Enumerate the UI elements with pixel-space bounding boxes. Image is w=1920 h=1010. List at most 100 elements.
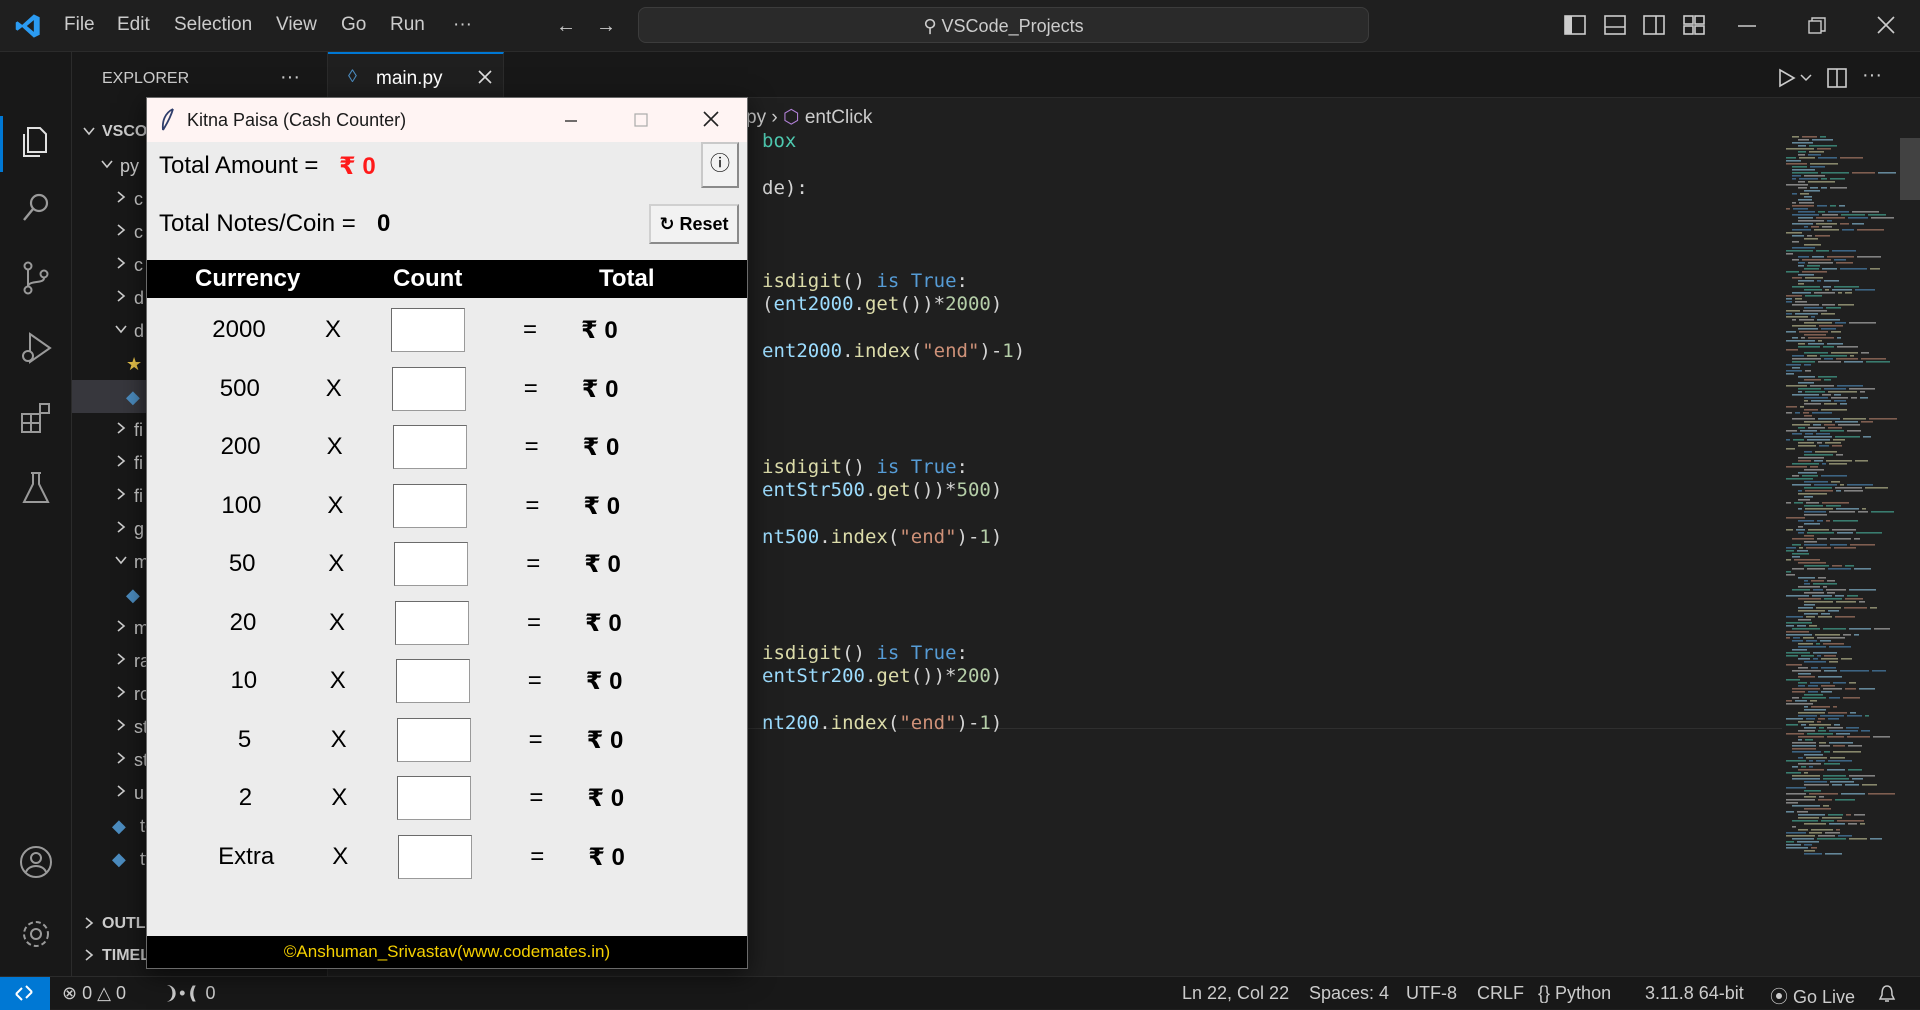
count-input[interactable] [395, 659, 470, 703]
menu-more[interactable]: ··· [453, 14, 472, 36]
menu-view[interactable]: View [276, 14, 317, 36]
indentation-status[interactable]: Spaces: 4 [1309, 983, 1389, 1004]
remote-indicator-button[interactable] [0, 977, 50, 1010]
editor-more-actions-icon[interactable]: ··· [1862, 64, 1882, 87]
equals-sign: = [525, 491, 540, 519]
tree-item-label: u [134, 783, 145, 803]
count-input[interactable] [391, 366, 466, 411]
count-input[interactable] [394, 542, 469, 586]
menu-selection[interactable]: Selection [174, 14, 252, 36]
remote-icon [15, 985, 33, 1001]
minimap[interactable] [1782, 136, 1904, 866]
run-dropdown-chevron-icon[interactable] [1800, 74, 1812, 82]
testing-icon[interactable] [16, 468, 56, 508]
search-icon: ⚲ [923, 16, 942, 36]
header-count: Count [393, 265, 463, 292]
split-editor-icon[interactable] [1827, 68, 1847, 88]
multiply-sign: X [331, 784, 348, 811]
warning-icon: △ [97, 983, 111, 1003]
menu-file[interactable]: File [64, 14, 95, 36]
tree-item-label: fi [134, 420, 143, 440]
run-python-file-icon[interactable] [1778, 68, 1796, 88]
total-amount-value: ₹ 0 [339, 153, 376, 180]
close-icon[interactable] [695, 106, 727, 134]
eol-status[interactable]: CRLF [1477, 983, 1524, 1004]
count-input[interactable] [391, 308, 465, 352]
equals-sign: = [524, 433, 539, 460]
chevron-right-icon [117, 191, 126, 203]
settings-gear-icon[interactable] [16, 914, 56, 954]
go-live-button[interactable]: ⦿ Go Live [1770, 983, 1855, 1009]
interpreter-status[interactable]: 3.11.8 64-bit [1645, 983, 1744, 1004]
code-line: isdigit() is True: [762, 270, 968, 292]
menu-run[interactable]: Run [390, 14, 425, 36]
menu-edit[interactable]: Edit [117, 14, 150, 36]
customize-layout-icon[interactable] [1683, 15, 1705, 35]
chevron-down-icon [83, 127, 95, 136]
currency-denomination: 2000 [212, 316, 266, 343]
count-input[interactable] [397, 776, 472, 820]
problems-status[interactable]: ⊗ 0 △ 0 [62, 983, 126, 1004]
cursor-position[interactable]: Ln 22, Col 22 [1182, 983, 1289, 1004]
editor-tab-bar: ◊ main.py ··· [328, 52, 1920, 98]
multiply-sign: X [330, 725, 347, 753]
count-input[interactable] [398, 834, 473, 879]
info-button[interactable]: ⓘ [701, 142, 739, 188]
tab-main-py[interactable]: ◊ main.py [328, 52, 504, 98]
tree-item-label: g [134, 519, 145, 539]
run-debug-icon[interactable] [16, 328, 56, 368]
accounts-icon[interactable] [16, 842, 56, 882]
header-currency: Currency [195, 265, 301, 292]
chevron-right-icon [117, 620, 126, 632]
minimize-icon[interactable] [555, 106, 587, 134]
window-title: Kitna Paisa (Cash Counter) [187, 110, 407, 130]
toggle-secondary-sidebar-icon[interactable] [1643, 15, 1665, 35]
search-icon[interactable] [16, 188, 56, 228]
forward-arrow-icon[interactable]: → [594, 14, 618, 38]
reset-button[interactable]: ↻ Reset [649, 204, 739, 244]
window-body: Total Amount = ₹ 0 ⓘ Total Notes/Coin = … [147, 142, 747, 968]
count-input[interactable] [392, 425, 467, 469]
editor-scrollbar[interactable] [1900, 138, 1920, 200]
row-total-value: ₹ 0 [587, 785, 625, 812]
equals-sign: = [523, 374, 538, 402]
code-line: nt200.index("end")-1) [762, 712, 1003, 734]
encoding-status[interactable]: UTF-8 [1406, 983, 1457, 1004]
restore-window-icon[interactable] [1808, 17, 1826, 35]
tree-item-label: d [134, 288, 145, 308]
close-window-icon[interactable] [1877, 16, 1895, 34]
chevron-right-icon [117, 686, 126, 698]
explorer-more-button[interactable]: ··· [280, 66, 300, 89]
close-tab-icon[interactable] [478, 70, 492, 84]
extensions-icon[interactable] [16, 398, 56, 438]
row-total-value: ₹ 0 [583, 492, 621, 520]
status-bar: ⊗ 0 △ 0 ❩•❪ 0 Ln 22, Col 22 Spaces: 4 UT… [0, 976, 1920, 1010]
chevron-right-icon [117, 653, 126, 665]
window-title-bar[interactable]: Kitna Paisa (Cash Counter) [147, 98, 747, 142]
toggle-panel-icon[interactable] [1604, 15, 1626, 35]
currency-denomination: 200 [220, 433, 261, 460]
language-status[interactable]: {} Python [1538, 983, 1611, 1004]
toggle-primary-sidebar-icon[interactable] [1564, 15, 1586, 35]
command-center-search[interactable]: ⚲ VSCode_Projects [638, 7, 1369, 43]
menu-go[interactable]: Go [341, 14, 366, 36]
tree-item-label: c [134, 222, 143, 242]
notifications-bell-icon[interactable] [1878, 984, 1896, 1004]
method-icon: ⬡ [782, 107, 800, 128]
chevron-right-icon [85, 917, 94, 929]
multiply-sign: X [328, 550, 345, 577]
code-line: ent2000.index("end")-1) [762, 340, 1026, 362]
ports-status[interactable]: ❩•❪ 0 [164, 983, 216, 1004]
count-input[interactable] [395, 600, 469, 645]
breadcrumb-file[interactable]: py › ⬡ entClick [746, 106, 872, 129]
count-input[interactable] [393, 483, 468, 528]
currency-denomination: 100 [221, 491, 262, 519]
explorer-icon[interactable] [16, 122, 56, 162]
total-notes-coin-value: 0 [377, 210, 391, 237]
code-line: de): [762, 177, 808, 199]
maximize-icon[interactable] [625, 106, 657, 134]
count-input[interactable] [396, 717, 471, 762]
source-control-icon[interactable] [16, 258, 56, 298]
back-arrow-icon[interactable]: ← [554, 14, 578, 38]
minimize-window-icon[interactable] [1738, 25, 1756, 27]
